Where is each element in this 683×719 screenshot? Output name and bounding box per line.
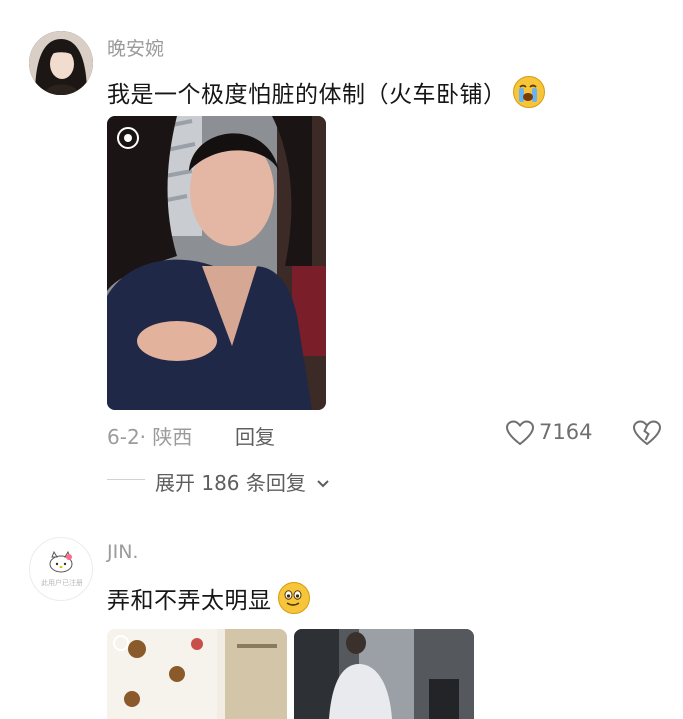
crying-face-emoji	[512, 76, 545, 108]
expand-replies-button[interactable]: 展开 186 条回复	[155, 467, 330, 496]
smiling-face-emoji	[277, 582, 310, 614]
comment-text-content: 弄和不弄太明显	[107, 588, 272, 614]
broken-heart-icon[interactable]	[632, 419, 662, 447]
comment-date-location: 6-2· 陕西	[107, 425, 193, 449]
heart-icon[interactable]	[505, 419, 535, 447]
comment-photo[interactable]	[107, 629, 287, 719]
avatar-caption: 此用户已注册	[41, 579, 83, 587]
comment-photo[interactable]	[294, 629, 474, 719]
like-count: 7164	[539, 420, 593, 444]
comment-username[interactable]: JIN.	[107, 541, 138, 563]
comment-text-content: 我是一个极度怕脏的体制（火车卧铺）	[107, 82, 507, 108]
chevron-down-icon	[317, 480, 329, 488]
comment-text: 弄和不弄太明显	[107, 581, 310, 615]
user-avatar[interactable]: 此用户已注册	[29, 537, 93, 601]
expand-replies-label: 展开 186 条回复	[155, 471, 306, 495]
reply-button[interactable]: 回复	[235, 421, 275, 450]
comment-photo[interactable]	[107, 116, 326, 410]
comment-username[interactable]: 晚安婉	[107, 34, 164, 61]
divider-line	[107, 479, 145, 480]
comment-text: 我是一个极度怕脏的体制（火车卧铺）	[107, 75, 545, 109]
user-avatar[interactable]	[29, 31, 93, 95]
